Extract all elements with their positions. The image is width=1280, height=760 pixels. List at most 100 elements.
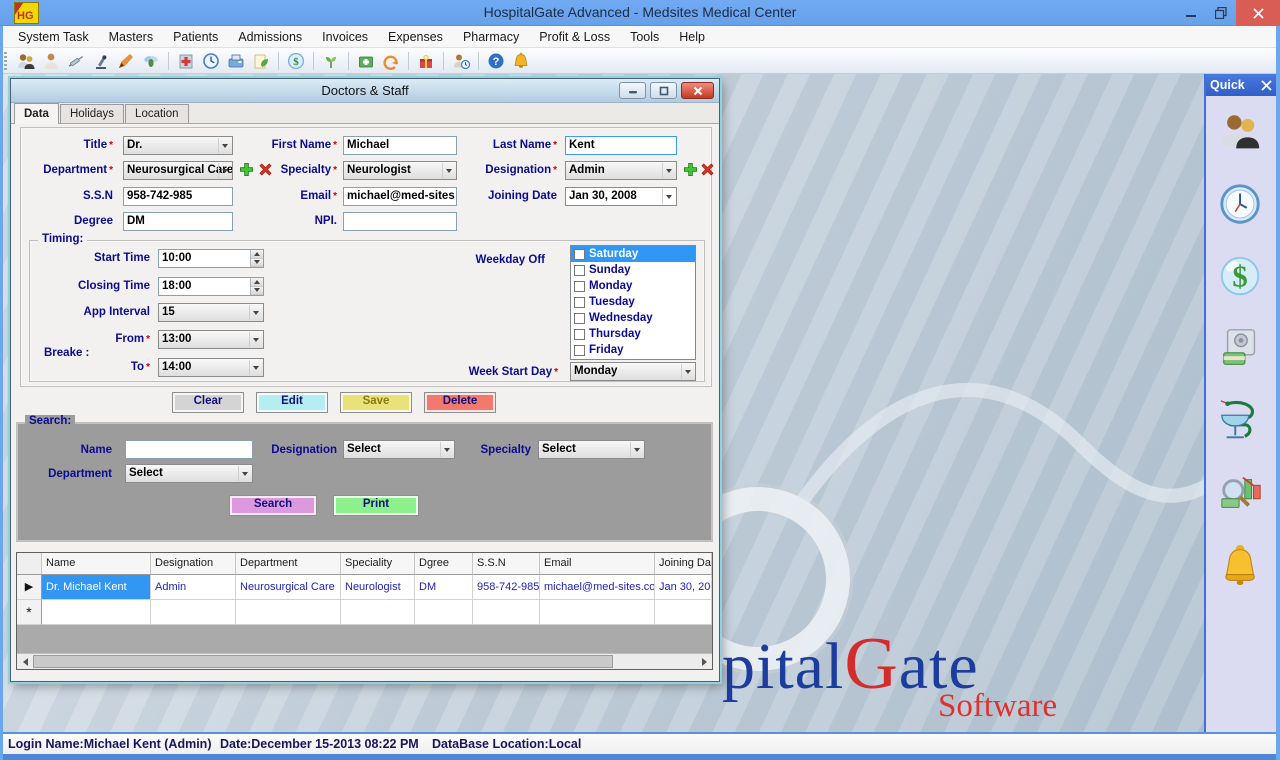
checkbox-icon[interactable] [574, 281, 585, 292]
quick-cash-safe-icon[interactable] [1218, 326, 1264, 372]
grid-cell-dgree[interactable]: DM [415, 575, 473, 600]
grid-cell-department[interactable]: Neurosurgical Care [236, 575, 341, 600]
dialog-titlebar[interactable]: Doctors & Staff [11, 79, 719, 103]
checkbox-icon[interactable] [574, 249, 585, 260]
dialog-minimize-button[interactable] [619, 82, 646, 99]
grid-header-designation[interactable]: Designation [151, 553, 236, 575]
npi-field[interactable] [343, 212, 457, 231]
search-designation-combo[interactable]: Select [343, 440, 455, 459]
menu-masters[interactable]: Masters [99, 26, 163, 48]
grid-cell-empty[interactable] [655, 600, 712, 625]
appointments-clock-icon[interactable] [201, 51, 221, 71]
tab-holidays[interactable]: Holidays [60, 104, 124, 123]
tab-location[interactable]: Location [125, 104, 188, 123]
email-field[interactable]: michael@med-sites [343, 187, 457, 206]
quick-panel-close-button[interactable] [1256, 76, 1276, 94]
breake-from-combo[interactable]: 13:00 [158, 330, 264, 349]
weekday-off-list[interactable]: Saturday Sunday Monday Tuesday Wednesday… [570, 245, 696, 360]
search-button[interactable]: Search [229, 495, 317, 516]
spin-up-icon[interactable] [251, 278, 263, 287]
quick-pharmacy-icon[interactable] [1218, 398, 1264, 444]
remove-designation-icon[interactable] [700, 162, 715, 177]
menu-tools[interactable]: Tools [620, 26, 669, 48]
grid-cell-speciality[interactable]: Neurologist [341, 575, 415, 600]
week-start-day-combo[interactable]: Monday [570, 362, 696, 381]
scroll-left-arrow-icon[interactable] [17, 654, 33, 669]
grid-header-department[interactable]: Department [236, 553, 341, 575]
quick-appointments-clock-icon[interactable] [1218, 182, 1264, 228]
ssn-field[interactable]: 958-742-985 [123, 187, 233, 206]
clear-button[interactable]: Clear [172, 392, 244, 413]
search-name-field[interactable] [125, 440, 253, 459]
spin-down-icon[interactable] [251, 259, 263, 268]
undo-icon[interactable] [381, 51, 401, 71]
quick-reminder-bell-icon[interactable] [1218, 542, 1264, 588]
microscope-icon[interactable] [91, 51, 111, 71]
checkbox-icon[interactable] [574, 345, 585, 356]
grid-cell-empty[interactable] [415, 600, 473, 625]
grid-cell-empty[interactable] [473, 600, 540, 625]
add-department-icon[interactable] [239, 162, 254, 177]
last-name-field[interactable]: Kent [565, 136, 677, 155]
closing-time-spinner[interactable]: 18:00 [158, 277, 264, 296]
grid-cell-email[interactable]: michael@med-sites.com [540, 575, 655, 600]
reminder-bell-icon[interactable] [511, 51, 531, 71]
grid-header-name[interactable]: Name [42, 553, 151, 575]
grid-cell-empty[interactable] [151, 600, 236, 625]
grid-data-row[interactable]: ▶ Dr. Michael Kent Admin Neurosurgical C… [17, 575, 712, 600]
injection-icon[interactable] [66, 51, 86, 71]
grid-new-row[interactable]: * [17, 600, 712, 625]
grid-header-joining-date[interactable]: Joining Date [655, 553, 712, 575]
menu-admissions[interactable]: Admissions [228, 26, 312, 48]
plant-icon[interactable] [321, 51, 341, 71]
menu-invoices[interactable]: Invoices [312, 26, 378, 48]
spin-up-icon[interactable] [251, 250, 263, 259]
scroll-right-arrow-icon[interactable] [696, 654, 712, 669]
menu-profit-loss[interactable]: Profit & Loss [529, 26, 620, 48]
search-department-combo[interactable]: Select [125, 464, 253, 483]
grid-cell-designation[interactable]: Admin [151, 575, 236, 600]
checkbox-icon[interactable] [574, 329, 585, 340]
grid-header-dgree[interactable]: Dgree [415, 553, 473, 575]
billing-dollar-icon[interactable]: $ [286, 51, 306, 71]
edit-button[interactable]: Edit [256, 392, 328, 413]
app-interval-combo[interactable]: 15 [158, 303, 264, 322]
specialty-combo[interactable]: Neurologist [343, 161, 457, 180]
prescription-pen-icon[interactable] [116, 51, 136, 71]
menu-help[interactable]: Help [669, 26, 715, 48]
menu-system-task[interactable]: System Task [8, 26, 99, 48]
grid-horizontal-scrollbar[interactable] [17, 653, 712, 669]
first-name-field[interactable]: Michael [343, 136, 457, 155]
spin-down-icon[interactable] [251, 287, 263, 296]
checkbox-icon[interactable] [574, 313, 585, 324]
designation-combo[interactable]: Admin [565, 161, 677, 180]
scrollbar-thumb[interactable] [33, 655, 613, 668]
grid-header-ssn[interactable]: S.S.N [473, 553, 540, 575]
checkbox-icon[interactable] [574, 265, 585, 276]
weekday-item-sunday[interactable]: Sunday [571, 262, 695, 278]
weekday-item-friday[interactable]: Friday [571, 342, 695, 358]
grid-cell-name[interactable]: Dr. Michael Kent [42, 575, 151, 600]
grid-header-email[interactable]: Email [540, 553, 655, 575]
pharmacy-box-icon[interactable] [356, 51, 376, 71]
help-icon[interactable]: ? [486, 51, 506, 71]
weekday-item-saturday[interactable]: Saturday [571, 246, 695, 262]
dialog-maximize-button[interactable] [650, 82, 677, 99]
menu-patients[interactable]: Patients [163, 26, 228, 48]
menu-expenses[interactable]: Expenses [378, 26, 453, 48]
menu-pharmacy[interactable]: Pharmacy [453, 26, 529, 48]
title-combo[interactable]: Dr. [123, 136, 233, 155]
patient-icon[interactable] [41, 51, 61, 71]
degree-field[interactable]: DM [123, 212, 233, 231]
app-titlebar[interactable]: HG HospitalGate Advanced - Medsites Medi… [0, 0, 1280, 26]
grid-cell-empty[interactable] [42, 600, 151, 625]
grid-selector-header[interactable] [17, 553, 42, 575]
window-close-button[interactable] [1236, 0, 1280, 26]
checkbox-icon[interactable] [574, 297, 585, 308]
save-button[interactable]: Save [340, 392, 412, 413]
grid-cell-empty[interactable] [540, 600, 655, 625]
window-restore-button[interactable] [1206, 0, 1236, 26]
weekday-item-wednesday[interactable]: Wednesday [571, 310, 695, 326]
grid-cell-ssn[interactable]: 958-742-985 [473, 575, 540, 600]
hospital-building-icon[interactable] [176, 51, 196, 71]
